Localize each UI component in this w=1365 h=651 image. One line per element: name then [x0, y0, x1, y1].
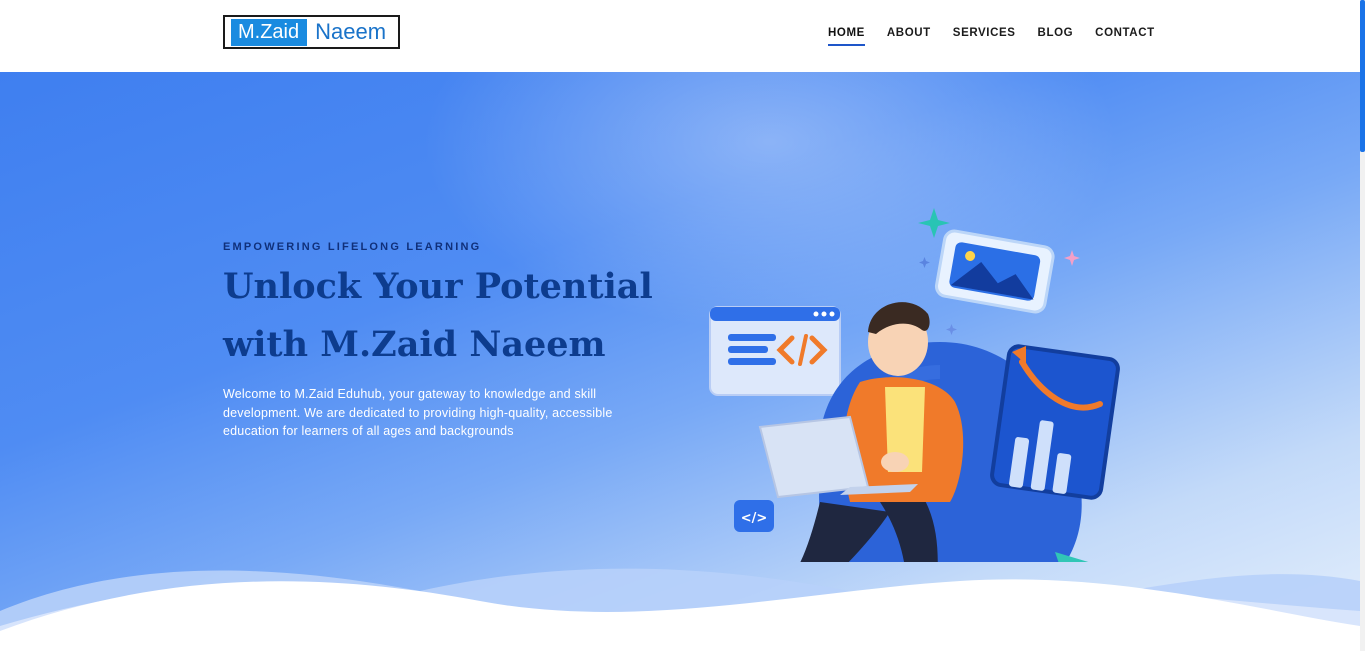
hero-description: Welcome to M.Zaid Eduhub, your gateway t…: [223, 387, 613, 438]
student-laptop-illustration: </>: [709, 208, 1120, 562]
hero-title-line2: with M.Zaid Naeem: [223, 324, 606, 365]
hero-waves: [0, 568, 1360, 651]
code-window-icon: [709, 306, 841, 396]
hero-section: EMPOWERING LIFELONG LEARNING Unlock Your…: [0, 72, 1360, 651]
site-header: M.Zaid Naeem HOME ABOUT SERVICES BLOG CO…: [0, 0, 1360, 72]
blue-sparkle-icon: [919, 257, 930, 268]
hero-eyebrow: EMPOWERING LIFELONG LEARNING: [223, 241, 482, 253]
small-sparkle-icon: [946, 324, 957, 335]
hero-title: Unlock Your Potential with M.Zaid Naeem: [223, 258, 663, 374]
logo-part2: Naeem: [315, 19, 387, 44]
code-bubble-icon: </>: [734, 500, 774, 532]
scrollbar-thumb[interactable]: [1360, 0, 1365, 152]
logo-part1: M.Zaid: [231, 18, 308, 46]
nav-services[interactable]: SERVICES: [953, 27, 1016, 46]
site-logo[interactable]: M.Zaid Naeem: [223, 15, 400, 49]
hero-title-line1: Unlock Your Potential: [223, 266, 653, 307]
nav-contact[interactable]: CONTACT: [1095, 27, 1155, 46]
code-bubble-text: </>: [741, 511, 768, 526]
teal-star-icon: [918, 208, 950, 238]
main-nav: HOME ABOUT SERVICES BLOG CONTACT: [828, 27, 1177, 46]
pink-sparkle-icon: [1064, 250, 1080, 266]
nav-home[interactable]: HOME: [828, 27, 865, 46]
nav-blog[interactable]: BLOG: [1038, 27, 1074, 46]
growth-chart-icon: [990, 344, 1120, 500]
nav-about[interactable]: ABOUT: [887, 27, 931, 46]
image-card-icon: [934, 229, 1055, 314]
